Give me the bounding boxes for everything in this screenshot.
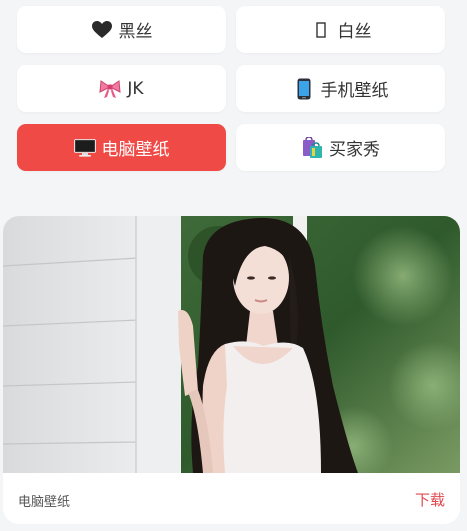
wallpaper-image[interactable] (3, 216, 460, 473)
category-label: 电脑壁纸 (101, 140, 170, 160)
wallpaper-category-label: 电脑壁纸 (18, 495, 71, 510)
category-button-shouji-bizhi[interactable]: 手机壁纸 (236, 65, 445, 112)
category-label: 黑丝 (118, 22, 153, 42)
category-label: 买家秀 (329, 140, 380, 160)
desktop-computer-icon (73, 137, 96, 159)
category-button-heisi[interactable]: 黑丝 (17, 6, 226, 53)
category-button-baisi[interactable]: 白丝 (236, 6, 445, 53)
category-label: 白丝 (337, 22, 372, 42)
category-button-jk[interactable]: JK (17, 65, 226, 112)
category-button-diannao-bizhi[interactable]: 电脑壁纸 (17, 124, 226, 171)
wallpaper-card: 电脑壁纸 下载 (3, 216, 460, 524)
category-button-maijiaxiu[interactable]: 买家秀 (236, 124, 445, 171)
mobile-phone-icon (293, 78, 315, 100)
ribbon-bow-icon (99, 78, 121, 100)
download-button[interactable]: 下载 (415, 489, 445, 510)
category-label: 手机壁纸 (320, 81, 389, 101)
category-grid: 黑丝 白丝 JK 手机壁纸 电脑壁纸 买家秀 (17, 6, 445, 171)
card-footer: 电脑壁纸 下载 (3, 473, 460, 524)
missing-glyph-icon (310, 19, 332, 41)
shopping-bags-icon (301, 136, 323, 159)
black-heart-icon (91, 19, 113, 41)
category-label: JK (127, 78, 144, 99)
